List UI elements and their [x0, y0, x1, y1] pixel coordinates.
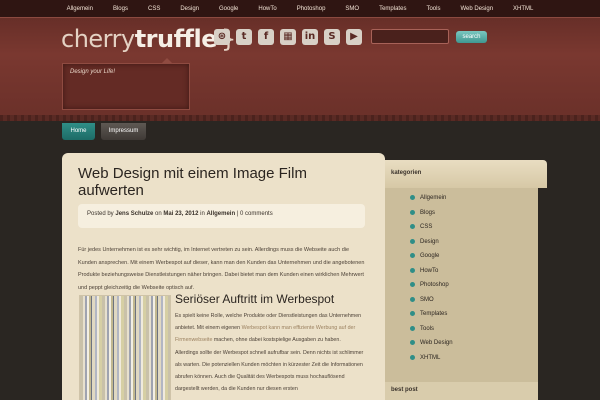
- page-nav: Home Impressum: [62, 123, 146, 140]
- top-nav-item[interactable]: HowTo: [248, 0, 286, 18]
- sidebar-body: Allgemein Blogs CSS Design Google HowTo …: [385, 188, 538, 400]
- header: Allgemein Blogs CSS Design Google HowTo …: [0, 0, 600, 121]
- post-title[interactable]: Web Design mit einem Image Film aufwerte…: [78, 165, 368, 199]
- sidebar: kategorien Allgemein Blogs CSS Design Go…: [385, 153, 547, 400]
- top-nav-item[interactable]: XHTML: [503, 0, 543, 18]
- meta-in: in: [200, 211, 205, 217]
- category-item[interactable]: Web Design: [410, 339, 453, 354]
- top-nav-item[interactable]: Tools: [416, 0, 450, 18]
- top-nav-item[interactable]: Allgemein: [57, 0, 103, 18]
- top-nav-item[interactable]: CSS: [138, 0, 170, 18]
- category-label: Photoshop: [420, 282, 449, 288]
- category-item[interactable]: SMO: [410, 296, 453, 311]
- meta-on: on: [155, 211, 162, 217]
- site-logo[interactable]: cherrytruffle}: [61, 25, 236, 53]
- category-label: SMO: [420, 296, 434, 303]
- category-item[interactable]: HowTo: [410, 267, 453, 282]
- category-item[interactable]: Tools: [410, 325, 453, 340]
- tab-home[interactable]: Home: [62, 123, 95, 140]
- tab-impressum[interactable]: Impressum: [101, 123, 146, 140]
- category-label: XHTML: [420, 354, 441, 361]
- top-nav-item[interactable]: Design: [170, 0, 209, 18]
- category-item[interactable]: Templates: [410, 310, 453, 325]
- search-input[interactable]: [371, 29, 449, 44]
- bullet-icon: [410, 311, 415, 316]
- linkedin-icon[interactable]: in: [302, 29, 318, 45]
- bullet-icon: [410, 267, 415, 273]
- category-item[interactable]: Google: [410, 252, 453, 267]
- bullet-icon: [410, 340, 415, 345]
- bullet-icon: [410, 325, 415, 331]
- category-item[interactable]: Allgemein: [410, 194, 453, 209]
- post-intro: Für jedes Unternehmen ist es sehr wichti…: [78, 247, 365, 292]
- bullet-icon: [410, 282, 415, 287]
- bullet-icon: [410, 296, 415, 302]
- meta-comments[interactable]: 0 comments: [240, 211, 273, 217]
- bullet-icon: [410, 238, 415, 244]
- bullet-icon: [410, 195, 415, 200]
- stumbleupon-icon[interactable]: S: [324, 29, 340, 45]
- facebook-icon[interactable]: f: [258, 29, 274, 45]
- bullet-icon: [410, 224, 415, 229]
- post-content: Web Design mit einem Image Film aufwerte…: [62, 153, 385, 400]
- category-item[interactable]: XHTML: [410, 354, 453, 369]
- logo-truffle: truffle: [134, 25, 218, 53]
- post-image: [79, 295, 171, 400]
- twitter-icon[interactable]: t: [236, 29, 252, 45]
- category-item[interactable]: CSS: [410, 223, 453, 238]
- top-nav-item[interactable]: Web Design: [450, 0, 503, 18]
- youtube-icon[interactable]: ▶: [346, 29, 362, 45]
- post-body: Es spielt keine Rolle, welche Produkte o…: [175, 310, 365, 395]
- meta-author[interactable]: Jens Schulze: [115, 211, 153, 217]
- category-label: Templates: [420, 311, 448, 317]
- top-nav-item[interactable]: Templates: [369, 0, 416, 18]
- category-label: Design: [420, 238, 439, 245]
- top-nav-item[interactable]: Blogs: [103, 0, 138, 18]
- sidebar-title: kategorien: [391, 170, 422, 176]
- post-meta: Posted by Jens Schulze on Mai 23, 2012 i…: [78, 204, 365, 228]
- meta-date: Mai 23, 2012: [163, 211, 199, 217]
- category-item[interactable]: Blogs: [410, 209, 453, 224]
- tagline: Design your Life!: [70, 69, 116, 75]
- bullet-icon: [410, 354, 415, 360]
- top-nav-item[interactable]: SMO: [335, 0, 369, 18]
- top-nav: Allgemein Blogs CSS Design Google HowTo …: [0, 0, 600, 18]
- rss-icon[interactable]: ⊛: [214, 29, 230, 45]
- meta-category[interactable]: Allgemein: [206, 211, 235, 217]
- category-item[interactable]: Photoshop: [410, 281, 453, 296]
- meta-posted-by: Posted by: [87, 211, 114, 217]
- top-nav-item[interactable]: Google: [209, 0, 248, 18]
- category-label: Google: [420, 253, 440, 259]
- post-subheading: Seriöser Auftritt im Werbespot: [175, 292, 335, 306]
- category-label: Tools: [420, 325, 435, 332]
- delicious-icon[interactable]: ▦: [280, 29, 296, 45]
- bullet-icon: [410, 253, 415, 258]
- category-list: Allgemein Blogs CSS Design Google HowTo …: [410, 194, 453, 368]
- tagline-box: Design your Life!: [62, 58, 190, 110]
- post-body-part-2: machen, ohne dabei kostspielige Ausgaben…: [175, 337, 364, 393]
- top-nav-item[interactable]: Photoshop: [287, 0, 336, 18]
- meta-separator: |: [236, 211, 239, 217]
- bullet-icon: [410, 209, 415, 215]
- category-label: Allgemein: [420, 195, 447, 201]
- category-label: HowTo: [420, 267, 439, 274]
- best-post-title: best post: [391, 387, 418, 393]
- category-label: Blogs: [420, 209, 436, 216]
- category-item[interactable]: Design: [410, 238, 453, 253]
- logo-cherry: cherry: [61, 25, 135, 53]
- search-button[interactable]: search: [456, 31, 487, 43]
- social-icons: ⊛ t f ▦ in S ▶: [214, 29, 362, 45]
- category-label: CSS: [420, 224, 433, 230]
- category-label: Web Design: [420, 340, 453, 346]
